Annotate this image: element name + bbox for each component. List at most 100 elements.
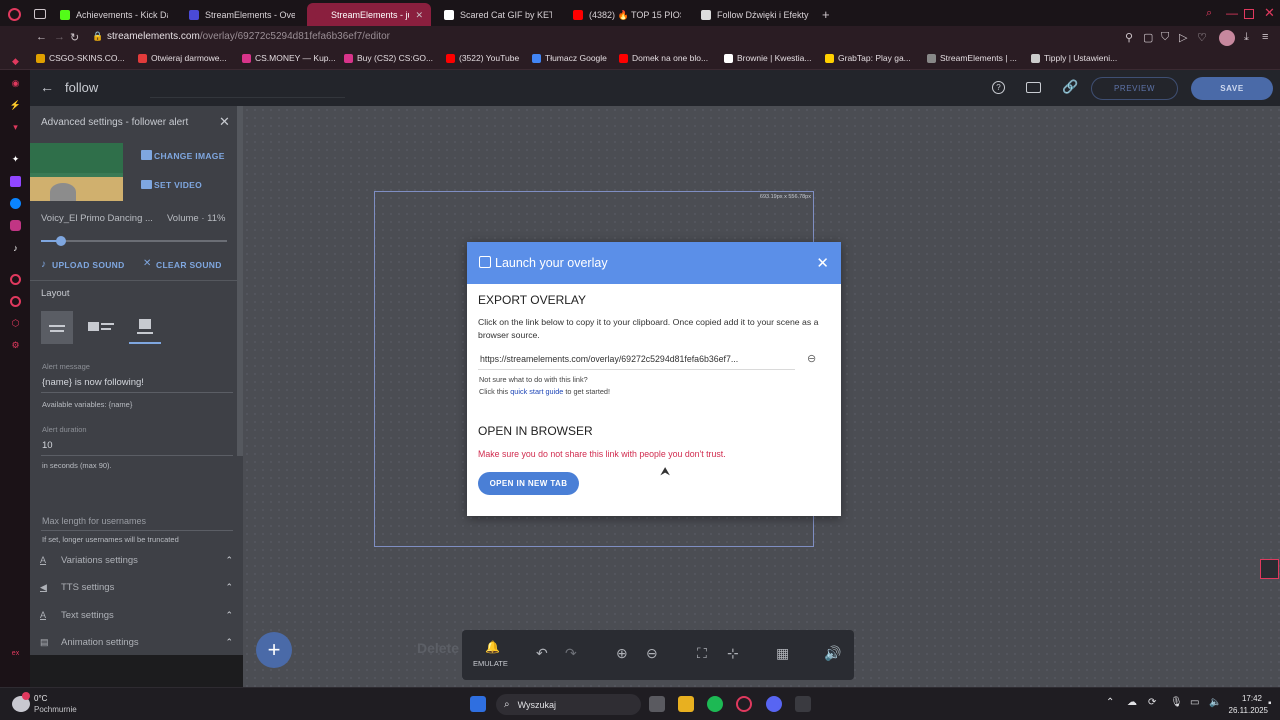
display-icon[interactable]: ▭ — [1190, 697, 1199, 708]
chevron-up-icon[interactable]: ⌃ — [225, 555, 233, 566]
browser-tab[interactable]: StreamElements - Overla — [181, 3, 303, 27]
close-icon[interactable]: ✕ — [816, 254, 829, 272]
close-tab-icon[interactable]: ✕ — [415, 10, 423, 21]
fit-screen-icon[interactable]: ⊹ — [727, 645, 739, 662]
sidebar-kick-icon[interactable]: ✦ — [10, 154, 21, 165]
windows-start-icon[interactable] — [470, 696, 486, 712]
onedrive-icon[interactable]: ☁ — [1127, 697, 1137, 708]
alert-message-input[interactable]: {name} is now following! — [42, 377, 144, 388]
zoom-out-icon[interactable]: ⊖ — [646, 645, 658, 662]
sidebar-twitch-icon[interactable] — [10, 176, 21, 187]
sidebar-tiktok-icon[interactable]: ♪ — [10, 242, 21, 253]
new-tab-button[interactable]: + — [822, 7, 830, 22]
browser-tab[interactable]: Follow Dźwięki i Efekty D — [693, 3, 817, 27]
minimize-button[interactable]: — — [1226, 6, 1238, 20]
opera-gx-icon[interactable] — [736, 696, 752, 712]
clock-date[interactable]: 26.11.2025 — [1220, 706, 1268, 715]
sync-icon[interactable]: ⟳ — [1148, 697, 1156, 708]
sidebar-settings-icon[interactable]: ⚙ — [10, 340, 21, 351]
bookmark-item[interactable]: (3522) YouTube — [446, 53, 519, 63]
volume-icon[interactable]: 🔊 — [824, 645, 841, 662]
volume-slider-track[interactable] — [41, 236, 227, 246]
undo-icon[interactable]: ↶ — [536, 645, 548, 662]
upload-sound-button[interactable]: UPLOAD SOUND — [52, 260, 125, 270]
bookmark-item[interactable]: GrabTap: Play ga... — [825, 53, 911, 63]
back-arrow-icon[interactable]: ← — [36, 31, 47, 43]
sidebar-history-icon[interactable] — [10, 296, 21, 307]
set-video-button[interactable]: SET VIDEO — [154, 180, 202, 190]
emulate-button[interactable]: EMULATE — [473, 659, 508, 668]
chevron-up-icon[interactable]: ⌃ — [225, 637, 233, 648]
sidebar-more-icon[interactable]: ex — [10, 648, 21, 659]
browser-tab[interactable]: StreamElements - julczix ✕ — [307, 3, 431, 27]
chevron-up-icon[interactable]: ⌃ — [225, 582, 233, 593]
alert-image-thumbnail[interactable] — [30, 143, 123, 201]
bookmark-item[interactable]: StreamElements | ... — [927, 53, 1017, 63]
layout-option-image-left[interactable] — [85, 311, 117, 344]
settings-section[interactable]: A Text settings ⌃ — [40, 605, 233, 625]
fullscreen-icon[interactable]: ⛶ — [697, 645, 707, 662]
close-window-button[interactable]: ✕ — [1264, 5, 1275, 21]
alert-duration-input[interactable]: 10 — [42, 440, 53, 451]
preview-button[interactable]: PREVIEW — [1091, 77, 1178, 100]
settings-section[interactable]: ◀ TTS settings ⌃ — [40, 577, 233, 597]
bell-icon[interactable]: 🔔 — [485, 640, 500, 654]
discord-icon[interactable] — [766, 696, 782, 712]
settings-section[interactable]: ▤ Animation settings ⌃ — [40, 632, 233, 652]
sidebar-music-icon[interactable] — [10, 274, 21, 285]
help-icon[interactable]: ? — [992, 81, 1005, 94]
browser-tab[interactable]: (4382) 🔥 TOP 15 PIOSE — [565, 3, 689, 27]
save-button[interactable]: SAVE — [1191, 77, 1273, 100]
microphone-icon[interactable]: 🎙 — [1170, 697, 1183, 708]
menu-icon[interactable]: ≡ — [1262, 31, 1268, 43]
add-widget-button[interactable]: + — [256, 632, 292, 668]
sidebar-instagram-icon[interactable] — [10, 220, 21, 231]
copy-link-icon[interactable]: ⊖ — [807, 352, 816, 365]
bookmark-item[interactable]: CSGO-SKINS.CO... — [36, 53, 125, 63]
pin-icon[interactable]: ⚲ — [1125, 31, 1133, 44]
settings-section[interactable]: A Variations settings ⌃ — [40, 550, 233, 570]
weather-temp[interactable]: 0°C — [34, 694, 47, 703]
heart-icon[interactable]: ♡ — [1197, 31, 1207, 44]
taskbar-search[interactable]: ⌕ Wyszukaj — [496, 694, 641, 715]
link-icon[interactable]: 🔗 — [1062, 79, 1078, 95]
download-icon[interactable]: ⤓ — [1244, 31, 1249, 44]
bookmark-item[interactable]: CS.MONEY — Kup... — [242, 53, 336, 63]
zoom-in-icon[interactable]: ⊕ — [616, 645, 628, 662]
browser-tab[interactable]: Achievements - Kick Dash — [52, 3, 176, 27]
chevron-up-icon[interactable]: ⌃ — [1106, 697, 1114, 708]
monitor-icon[interactable] — [1026, 82, 1041, 93]
opera-logo-icon[interactable] — [8, 8, 21, 21]
profile-avatar[interactable] — [1219, 30, 1235, 46]
overlay-url-field[interactable]: https://streamelements.com/overlay/69272… — [480, 354, 738, 364]
bookmark-item[interactable]: Tłumacz Google — [532, 53, 607, 63]
bookmark-item[interactable]: Otwieraj darmowe... — [138, 53, 227, 63]
bookmark-item[interactable]: Buy (CS2) CS:GO... — [344, 53, 433, 63]
grid-icon[interactable]: ▦ — [776, 645, 789, 662]
sidebar-opera-icon[interactable]: ◆ — [10, 56, 21, 67]
clear-sound-button[interactable]: CLEAR SOUND — [156, 260, 222, 270]
forward-arrow-icon[interactable]: → — [54, 31, 65, 43]
volume-slider-knob[interactable] — [56, 236, 67, 246]
weather-desc[interactable]: Pochmurnie — [34, 705, 77, 714]
close-icon[interactable]: ✕ — [219, 114, 230, 130]
notification-icon[interactable]: ▪ — [1268, 698, 1272, 709]
quick-start-guide-link[interactable]: quick start guide — [510, 387, 563, 396]
layout-option-text-over-image[interactable] — [129, 311, 161, 344]
chevron-up-icon[interactable]: ⌃ — [225, 610, 233, 621]
layout-option-image-above[interactable] — [41, 311, 73, 344]
spotify-icon[interactable] — [707, 696, 723, 712]
sidebar-extensions-icon[interactable]: ⬡ — [10, 318, 21, 329]
back-arrow-icon[interactable]: ← — [40, 79, 54, 95]
sidebar-messenger-icon[interactable] — [10, 198, 21, 209]
url-field[interactable]: streamelements.com/overlay/69272c5294d81… — [107, 31, 390, 42]
bookmark-item[interactable]: Brownie | Kwestia... — [724, 53, 812, 63]
search-icon[interactable]: ⌕ — [1206, 7, 1212, 20]
file-explorer-icon[interactable] — [678, 696, 694, 712]
sidebar-aria-icon[interactable]: ◉ — [10, 78, 21, 89]
reload-icon[interactable]: ↻ — [70, 31, 79, 44]
sidebar-lightning-icon[interactable]: ⚡ — [10, 100, 21, 111]
side-notification-badge[interactable] — [1260, 559, 1279, 579]
play-icon[interactable]: ▷ — [1179, 31, 1187, 44]
change-image-button[interactable]: CHANGE IMAGE — [154, 151, 225, 161]
